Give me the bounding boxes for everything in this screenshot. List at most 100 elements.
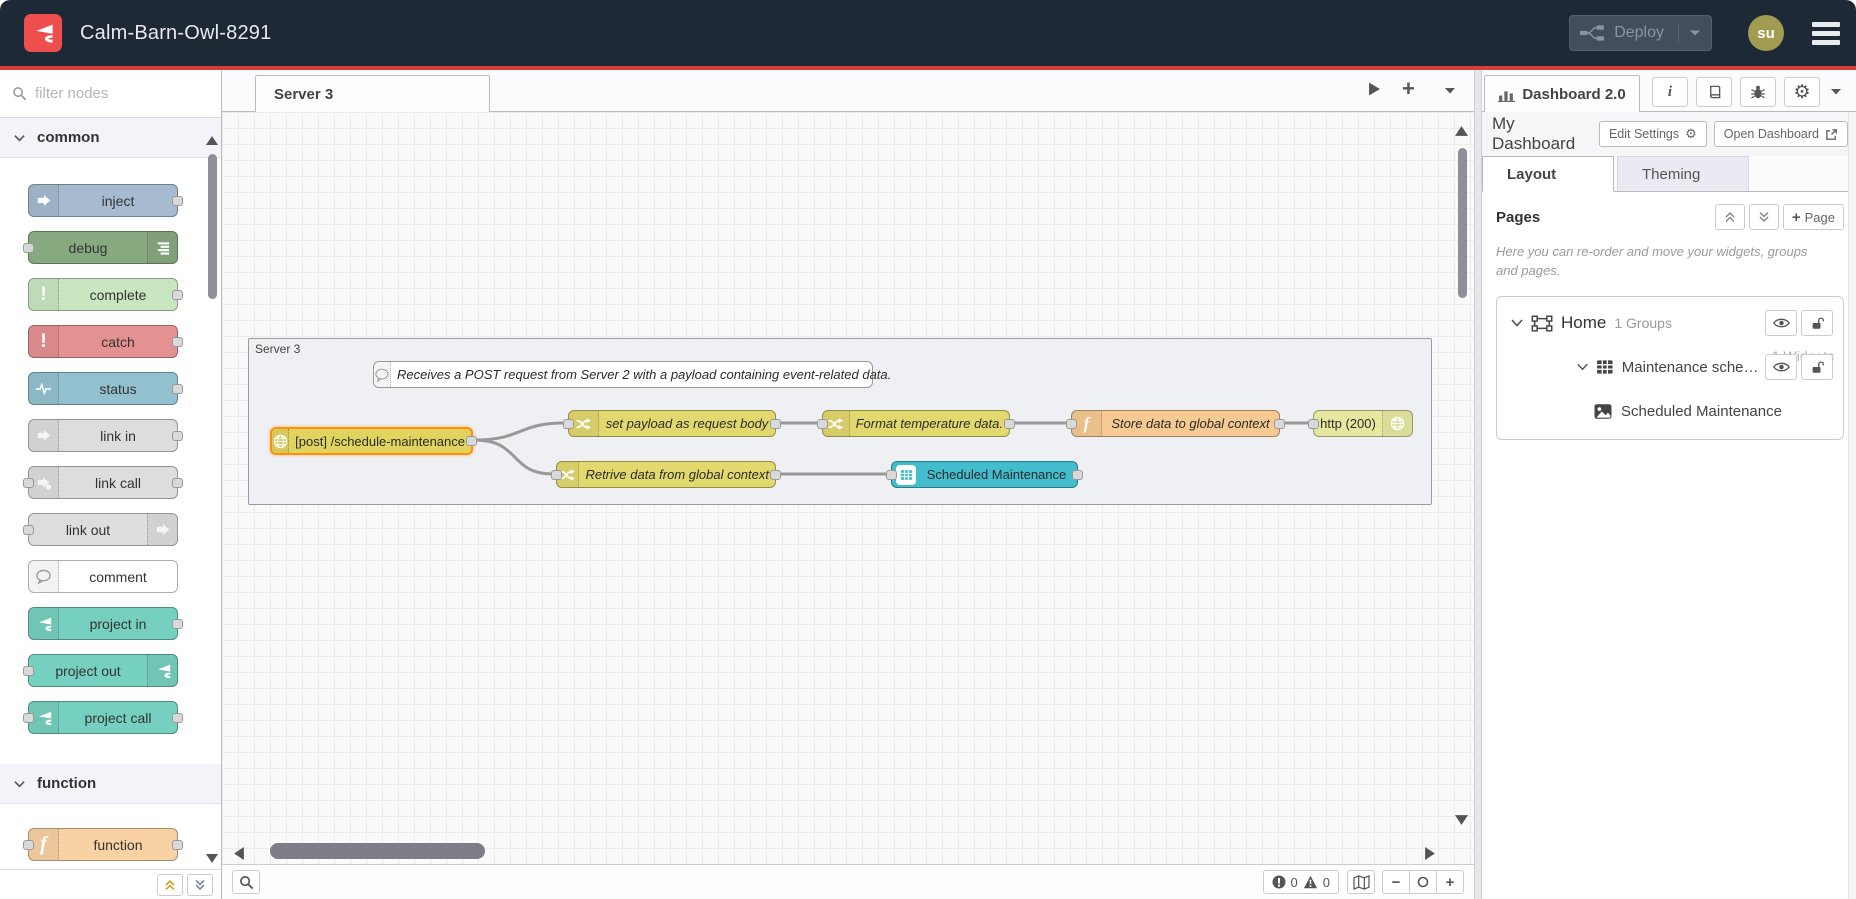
zoom-reset-button[interactable] [1409,870,1437,894]
debug-tab-button[interactable] [1740,77,1776,107]
expand-all-pages-button[interactable] [1748,204,1779,230]
node-port [466,436,477,446]
node-port [172,431,183,441]
flow-tab-server-3[interactable]: Server 3 [255,75,490,112]
palette-scrollbar-thumb[interactable] [208,154,217,299]
palette-node-label: link out [65,521,111,538]
link-in-icon [29,420,59,451]
flow-node-http-in[interactable]: [post] /schedule-maintenance [270,427,477,455]
image-icon [1594,403,1612,419]
palette-node-link-in[interactable]: link in [28,419,183,452]
palette-scroll-up[interactable] [206,136,218,145]
chevron-down-icon [14,134,25,141]
palette-category-function[interactable]: function [0,764,221,804]
eye-icon [1772,362,1790,372]
deploy-button[interactable]: Deploy [1569,15,1712,51]
tab-layout[interactable]: Layout [1482,156,1614,192]
flow-node-store-global[interactable]: f Store data to global context [1066,410,1285,437]
comment-bubble-icon [374,362,391,387]
deploy-options-button[interactable] [1678,23,1701,43]
palette-scroll-down[interactable] [206,854,218,863]
palette-node-link-out[interactable]: link out [23,513,178,546]
unlock-icon [1812,317,1824,329]
sidebar-tabs-menu-button[interactable] [1830,88,1842,96]
link-out-icon [147,514,177,545]
deploy-icon [1580,25,1605,41]
canvas-search-button[interactable] [232,870,260,894]
palette-node-function[interactable]: f function [23,828,183,861]
tree-row-widget-scheduled-maintenance[interactable]: Scheduled Maintenance [1497,389,1843,433]
palette-node-label: project in [89,615,147,632]
add-page-label: Page [1804,209,1835,225]
user-avatar[interactable]: su [1748,15,1784,51]
help-tab-button[interactable] [1696,77,1732,107]
palette-node-project-call[interactable]: project call [23,701,183,734]
tree-row-page-home[interactable]: Home 1 Groups [1497,301,1843,345]
palette-category-common[interactable]: common [0,118,221,158]
palette-node-label: debug [68,239,108,256]
exclamation-icon: ! [29,326,59,357]
palette-node-project-in[interactable]: project in [28,607,183,640]
palette-node-inject[interactable]: inject [28,184,183,217]
edit-settings-button[interactable]: Edit Settings ⚙ [1598,121,1707,147]
zoom-in-button[interactable]: + [1436,870,1464,894]
sidebar-tabbar: Dashboard 2.0 i ⚙ [1482,70,1856,112]
config-tab-button[interactable]: ⚙ [1784,77,1820,107]
pages-heading: Pages [1496,208,1541,226]
chevron-down-icon[interactable] [1511,319,1523,327]
palette-node-catch[interactable]: ! catch [28,325,183,358]
palette-node-debug[interactable]: debug [23,231,178,264]
flow-status-counts[interactable]: 0 0 [1262,870,1339,894]
category-label: function [37,775,97,792]
sidebar-tab-dashboard[interactable]: Dashboard 2.0 [1484,75,1640,112]
pages-tree: Home 1 Groups Maintenance schedul... Sch… [1496,296,1844,440]
node-port [1274,418,1285,429]
flow-list-button[interactable] [1444,87,1456,95]
page-visibility-button[interactable] [1765,310,1797,336]
flow-node-set-payload[interactable]: set payload as request body [563,410,781,437]
flow-node-format-temperature[interactable]: Format temperature data. [817,410,1015,437]
chevron-down-icon[interactable] [1577,363,1588,371]
navigator-map-button[interactable] [1347,870,1375,894]
page-scrollbar-track[interactable] [1848,112,1856,899]
palette-node-link-call[interactable]: link call [23,466,183,499]
group-lock-button[interactable] [1801,354,1833,380]
group-visibility-button[interactable] [1765,354,1797,380]
node-port [172,196,183,206]
palette-node-complete[interactable]: ! complete [28,278,183,311]
run-flow-button[interactable] [1368,81,1381,97]
zoom-out-button[interactable]: − [1382,870,1410,894]
project-icon [29,608,59,639]
page-lock-button[interactable] [1801,310,1833,336]
tree-row-group-maintenance[interactable]: Maintenance schedul... 1 Widgets [1497,345,1843,389]
palette-search[interactable] [0,70,221,118]
flow-canvas[interactable]: Server 3 Receives a POST request from Se… [222,112,1474,864]
add-page-button[interactable]: + Page [1782,204,1844,230]
node-port [1308,418,1319,429]
palette-collapse-all-button[interactable] [157,873,183,896]
palette-node-project-out[interactable]: project out [23,654,178,687]
add-flow-button[interactable]: + [1402,78,1415,100]
palette-node-status[interactable]: status [28,372,183,405]
flow-node-comment[interactable]: Receives a POST request from Server 2 wi… [373,361,891,388]
palette-filter-input[interactable] [35,85,175,102]
collapse-all-pages-button[interactable] [1714,204,1745,230]
sidebar-splitter[interactable] [1474,70,1482,899]
flow-node-table-widget[interactable]: Scheduled Maintenance [886,461,1083,488]
info-tab-button[interactable]: i [1652,77,1688,107]
warning-icon [1303,875,1317,889]
palette-expand-all-button[interactable] [187,873,213,896]
pages-help-text: Here you can re-order and move your widg… [1496,244,1808,278]
pages-section: Pages + Page Here you can re-order and m… [1482,192,1856,440]
tab-theming[interactable]: Theming [1617,156,1749,191]
flow-node-retrieve-global[interactable]: Retrive data from global context [551,461,781,488]
open-dashboard-button[interactable]: Open Dashboard [1713,121,1848,147]
flow-node-http-response[interactable]: http (200) [1308,410,1413,437]
workspace: Server 3 + Server 3 Receives a POST requ… [222,70,1474,899]
palette-node-comment[interactable]: comment [28,560,178,593]
palette-node-label: comment [89,568,147,585]
search-icon [12,86,27,101]
main-menu-button[interactable] [1812,21,1840,45]
project-icon [147,655,177,686]
node-port [23,666,34,676]
